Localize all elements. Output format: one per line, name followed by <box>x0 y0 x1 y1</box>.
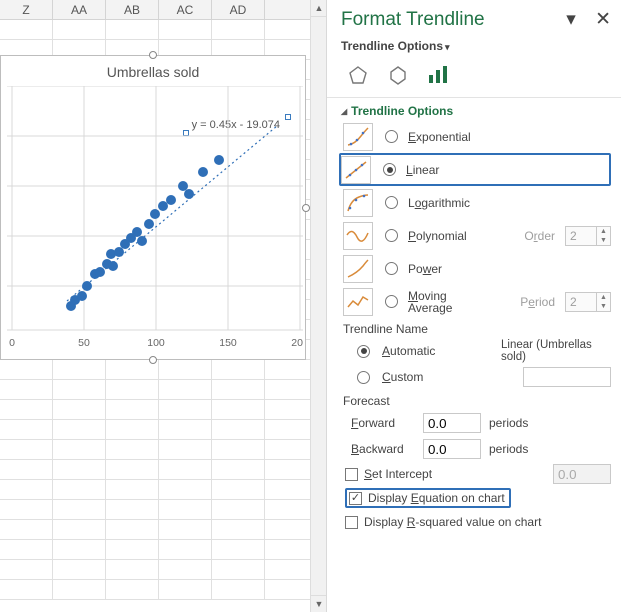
option-moving-average[interactable]: MovingAverage Period ▲▼ <box>341 285 611 318</box>
pane-title: Format Trendline <box>341 9 485 31</box>
section-trendline-options[interactable]: Trendline Options <box>341 104 611 118</box>
close-icon[interactable]: ✕ <box>595 9 611 30</box>
colhead-ab[interactable]: AB <box>106 0 159 19</box>
custom-name-input[interactable] <box>523 367 611 387</box>
scatter-plot: 0 50 100 150 200 <box>7 86 303 356</box>
option-polynomial[interactable]: Polynomial Order ▲▼ <box>341 219 611 252</box>
scroll-up-icon[interactable]: ▲ <box>311 0 327 17</box>
colhead-ad[interactable]: AD <box>212 0 265 19</box>
intercept-input <box>553 464 611 484</box>
radio-custom[interactable] <box>357 371 370 384</box>
svg-text:200: 200 <box>291 337 303 349</box>
chart-object[interactable]: Umbrellas sold y = 0.45x - 19.074 <box>0 55 306 360</box>
tab-effects-icon[interactable] <box>385 63 411 87</box>
colhead-aa[interactable]: AA <box>53 0 106 19</box>
order-label: Order <box>524 229 555 243</box>
radio-power[interactable] <box>385 262 398 275</box>
svg-text:50: 50 <box>78 337 90 349</box>
radio-exponential[interactable] <box>385 130 398 143</box>
name-automatic-row[interactable]: Automatic Linear (Umbrellas sold) <box>341 338 611 364</box>
display-equation-row[interactable]: Display Equation on chart <box>345 488 511 508</box>
pane-dropdown-icon[interactable]: ▾ <box>566 9 576 30</box>
tab-options-icon[interactable] <box>425 63 451 87</box>
backward-input[interactable] <box>423 439 481 459</box>
checkbox-display-equation[interactable] <box>349 492 362 505</box>
option-linear[interactable]: Linear <box>339 153 611 186</box>
resize-handle-bottom[interactable] <box>149 356 157 364</box>
svg-text:0: 0 <box>9 337 15 349</box>
scroll-down-icon[interactable]: ▼ <box>311 595 327 612</box>
automatic-name-value: Linear (Umbrellas sold) <box>501 339 611 363</box>
resize-handle-right[interactable] <box>302 204 310 212</box>
option-power[interactable]: Power <box>341 252 611 285</box>
movingavg-icon <box>343 288 373 316</box>
power-icon <box>343 255 373 283</box>
radio-linear[interactable] <box>383 163 396 176</box>
tab-fill-line-icon[interactable] <box>345 63 371 87</box>
colhead-z[interactable]: Z <box>0 0 53 19</box>
checkbox-display-r2[interactable] <box>345 516 358 529</box>
period-label: Period <box>520 295 555 309</box>
logarithmic-icon <box>343 189 373 217</box>
vertical-scrollbar[interactable]: ▲ ▼ <box>310 0 327 612</box>
polynomial-icon <box>343 222 373 250</box>
forward-input[interactable] <box>423 413 481 433</box>
checkbox-set-intercept[interactable] <box>345 468 358 481</box>
svg-text:100: 100 <box>147 337 165 349</box>
linear-icon <box>341 156 371 184</box>
pane-subtitle-dropdown[interactable]: Trendline Options▾ <box>341 39 611 53</box>
period-stepper: ▲▼ <box>565 292 611 312</box>
forecast-head: Forecast <box>343 394 611 408</box>
svg-text:150: 150 <box>219 337 237 349</box>
radio-logarithmic[interactable] <box>385 196 398 209</box>
display-r2-row[interactable]: Display R-squared value on chart <box>341 510 611 534</box>
name-custom-row[interactable]: Custom <box>341 364 611 390</box>
column-headers: Z AA AB AC AD <box>0 0 326 20</box>
radio-polynomial[interactable] <box>385 229 398 242</box>
set-intercept-row[interactable]: Set Intercept <box>341 462 611 486</box>
order-stepper: ▲▼ <box>565 226 611 246</box>
radio-moving-average[interactable] <box>385 295 398 308</box>
trendline-name-head: Trendline Name <box>343 322 611 336</box>
resize-handle-top[interactable] <box>149 51 157 59</box>
colhead-ac[interactable]: AC <box>159 0 212 19</box>
exponential-icon <box>343 123 373 151</box>
format-trendline-pane: Format Trendline ▾ ✕ Trendline Options▾ … <box>326 0 621 612</box>
option-exponential[interactable]: Exponential <box>341 120 611 153</box>
radio-automatic[interactable] <box>357 345 370 358</box>
option-logarithmic[interactable]: Logarithmic <box>341 186 611 219</box>
data-series <box>66 155 224 311</box>
chart-title[interactable]: Umbrellas sold <box>1 64 305 80</box>
